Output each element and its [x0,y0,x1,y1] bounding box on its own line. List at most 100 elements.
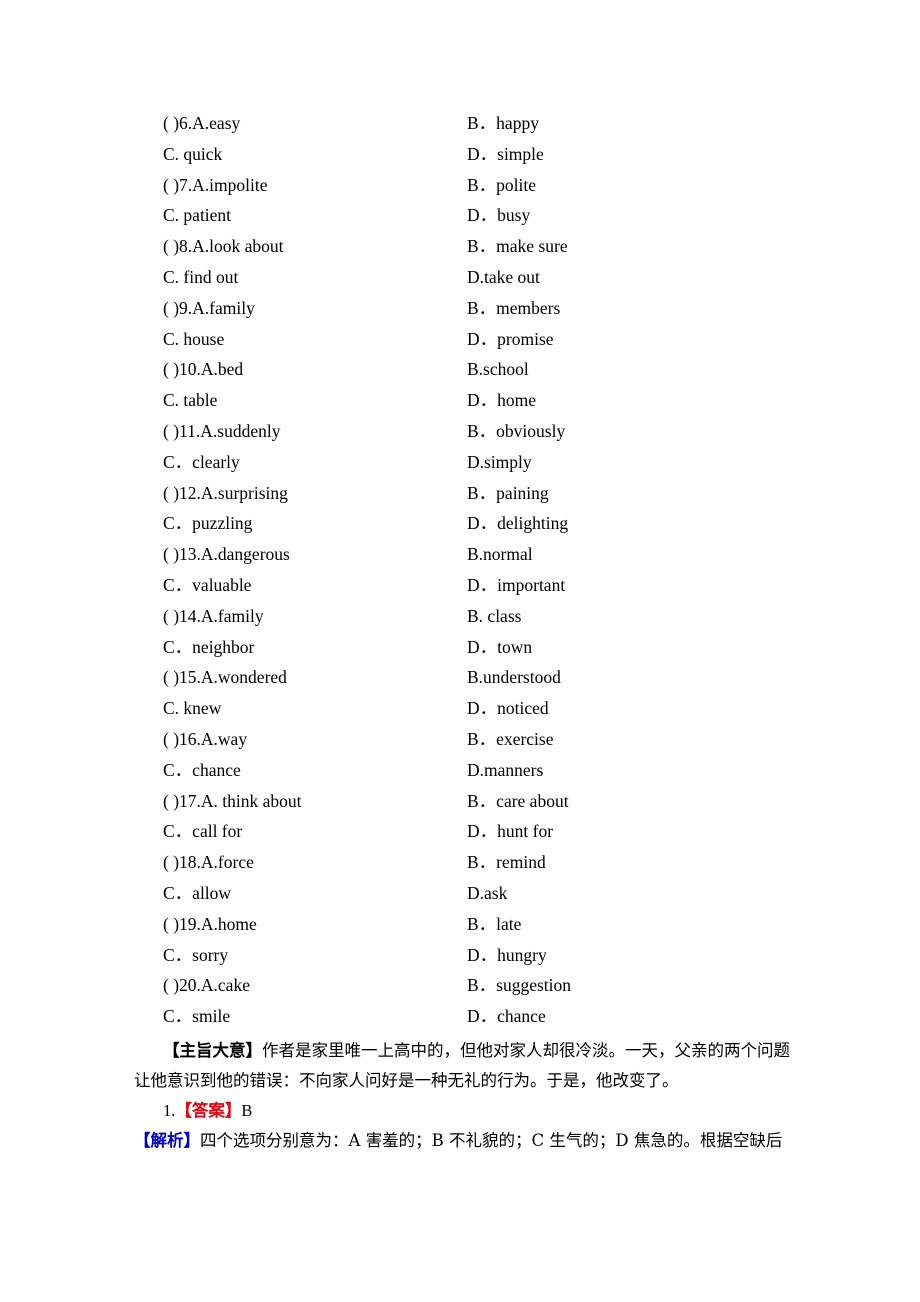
gist-line-2: 让他意识到他的错误：不向家人问好是一种无礼的行为。于是，他改变了。 [0,1066,920,1096]
cloze-option-row: ( )16.A.way B．exercise [0,724,920,755]
cloze-option-row: ( )8.A.look about B．make sure [0,231,920,262]
question-number-and-option-a: ( )15.A.wondered [163,667,287,688]
option-d: D．chance [467,1006,546,1027]
option-d: D．hungry [467,944,547,965]
question-number-and-option-a: ( )9.A.family [163,297,255,318]
analysis-tag: 【解析】 [134,1131,200,1150]
cloze-option-row: ( )11.A.suddenly B．obviously [0,416,920,447]
option-c: C．sorry [163,944,229,965]
cloze-option-row: C．clearly D.simply [0,447,920,478]
cloze-option-row: C. table D．home [0,385,920,416]
cloze-option-row: C. knew D．noticed [0,693,920,724]
option-c: C．call for [163,821,243,842]
analysis-block: 【主旨大意】作者是家里唯一上高中的，但他对家人却很冷淡。一天，父亲的两个问题 让… [0,1036,920,1156]
option-b: B.understood [467,667,561,688]
option-b: B．remind [467,852,546,873]
option-d: D.simply [467,451,532,472]
option-c: C. house [163,328,225,349]
cloze-option-row: ( )20.A.cake B．suggestion [0,970,920,1001]
cloze-option-row: C．chance D.manners [0,755,920,786]
gist-text-line-1: 作者是家里唯一上高中的，但他对家人却很冷淡。一天，父亲的两个问题 [262,1041,790,1060]
option-c: C．puzzling [163,513,253,534]
option-d: D．town [467,636,533,657]
option-b: B．polite [467,174,537,195]
question-number-and-option-a: ( )17.A. think about [163,790,302,811]
cloze-option-row: ( )17.A. think about B．care about [0,786,920,817]
option-d: D．home [467,390,537,411]
option-c: C. patient [163,205,232,226]
option-d: D.manners [467,759,544,780]
cloze-option-row: C．sorry D．hungry [0,940,920,971]
question-number-and-option-a: ( )6.A.easy [163,113,241,133]
gist-line-1: 【主旨大意】作者是家里唯一上高中的，但他对家人却很冷淡。一天，父亲的两个问题 [0,1036,920,1066]
option-b: B.normal [467,544,533,565]
option-b: B．suggestion [467,975,572,996]
cloze-option-row: C. find out D.take out [0,262,920,293]
option-c: C．clearly [163,451,240,472]
question-number-and-option-a: ( )7.A.impolite [163,174,268,195]
cloze-option-row: C. house D．promise [0,324,920,355]
option-d: D.take out [467,266,540,287]
option-c: C. quick [163,143,223,164]
cloze-option-row: C. patient D．busy [0,200,920,231]
option-b: B．obviously [467,420,566,441]
question-number-and-option-a: ( )11.A.suddenly [163,420,281,441]
option-d: D．hunt for [467,821,554,842]
question-number-and-option-a: ( )12.A.surprising [163,482,288,503]
option-c: C．smile [163,1006,231,1027]
option-b: B. class [467,605,522,626]
question-number-and-option-a: ( )14.A.family [163,605,264,626]
cloze-option-row: ( )19.A.home B．late [0,909,920,940]
cloze-options-list: ( )6.A.easy B．happy C. quick D．simple ( )7.A… [0,108,920,1032]
answer-line: 1.【答案】B [0,1096,920,1126]
question-number-and-option-a: ( )13.A.dangerous [163,544,290,565]
option-b: B．members [467,297,561,318]
option-b: B．paining [467,482,549,503]
answer-tag: 【答案】 [175,1101,242,1120]
gist-tag: 【主旨大意】 [163,1041,262,1060]
option-b: B．make sure [467,236,568,257]
answer-number: 1. [163,1101,176,1120]
cloze-option-row: ( )7.A.impolite B．polite [0,170,920,201]
cloze-option-row: ( )18.A.force B．remind [0,847,920,878]
option-b: B.school [467,359,529,380]
option-d: D．simple [467,143,544,164]
cloze-option-row: C．allow D.ask [0,878,920,909]
cloze-option-row: ( )15.A.wondered B.understood [0,662,920,693]
question-number-and-option-a: ( )18.A.force [163,852,254,873]
option-b: B．care about [467,790,569,811]
cloze-option-row: C．puzzling D．delighting [0,508,920,539]
option-d: D.ask [467,882,508,903]
cloze-option-row: ( )6.A.easy B．happy [0,108,920,139]
answer-value: B [241,1101,253,1120]
cloze-option-row: C. quick D．simple [0,139,920,170]
option-b: B．exercise [467,728,554,749]
cloze-option-row: ( )9.A.family B．members [0,293,920,324]
cloze-option-row: ( )13.A.dangerous B.normal [0,539,920,570]
option-c: C. table [163,390,218,411]
option-c: C．neighbor [163,636,255,657]
option-b: B．happy [467,113,539,133]
option-d: D．important [467,574,566,595]
option-c: C. find out [163,266,239,287]
cloze-option-row: ( )10.A.bed B.school [0,354,920,385]
option-d: D．noticed [467,698,549,719]
question-number-and-option-a: ( )19.A.home [163,913,257,934]
cloze-option-row: C．neighbor D．town [0,632,920,663]
analysis-text: 四个选项分别意为：A 害羞的；B 不礼貌的；C 生气的；D 焦急的。根据空缺后 [200,1131,783,1150]
cloze-option-row: C．smile D．chance [0,1001,920,1032]
option-d: D．delighting [467,513,569,534]
option-d: D．promise [467,328,554,349]
question-number-and-option-a: ( )16.A.way [163,728,248,749]
option-d: D．busy [467,205,531,226]
cloze-option-row: ( )14.A.family B. class [0,601,920,632]
gist-text-line-2: 让他意识到他的错误：不向家人问好是一种无礼的行为。于是，他改变了。 [134,1071,679,1090]
question-number-and-option-a: ( )10.A.bed [163,359,244,380]
cloze-option-row: C．call for D．hunt for [0,816,920,847]
cloze-option-row: C．valuable D．important [0,570,920,601]
cloze-option-row: ( )12.A.surprising B．paining [0,478,920,509]
option-b: B．late [467,913,522,934]
question-number-and-option-a: ( )8.A.look about [163,236,284,257]
question-number-and-option-a: ( )20.A.cake [163,975,250,996]
explanation-line: 【解析】四个选项分别意为：A 害羞的；B 不礼貌的；C 生气的；D 焦急的。根据… [0,1126,920,1156]
